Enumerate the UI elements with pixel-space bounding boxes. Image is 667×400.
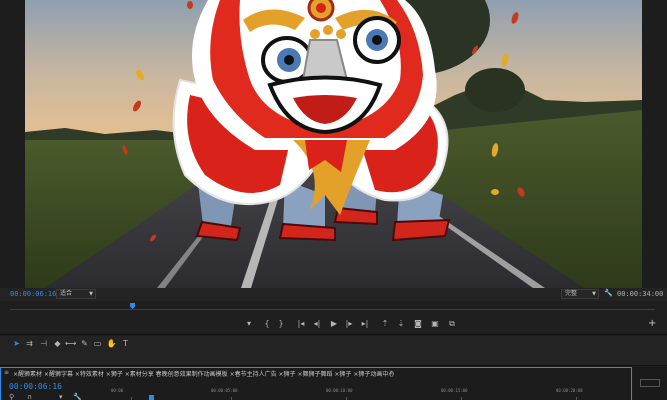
mark-out-icon[interactable]: } <box>276 318 286 330</box>
program-monitor <box>0 0 667 288</box>
timeline-timecode[interactable]: 00:00:06:16 <box>9 382 62 391</box>
video-frame <box>25 0 642 288</box>
go-to-in-icon[interactable]: |◂ <box>296 318 306 330</box>
panel-menu-icon[interactable]: ≡ <box>4 369 9 376</box>
track-select-tool-icon[interactable]: ⇉ <box>24 338 35 350</box>
monitor-scrubber[interactable] <box>0 301 667 313</box>
marker-icon[interactable]: ▾ <box>244 318 254 330</box>
ruler-label: 00:00:10:00 <box>326 388 353 393</box>
chevron-down-icon: ▼ <box>89 291 93 297</box>
zoom-level-select[interactable]: 适合 ▼ <box>56 289 96 299</box>
timeline-panel: ≡ ×醒狮素材 ×醒狮字幕 ×特效素材 ×狮子 ×素材分享 春晚创意效果制作动画… <box>0 367 632 400</box>
extract-icon[interactable]: ⇣ <box>396 318 406 330</box>
ripple-edit-tool-icon[interactable]: ⊣ <box>38 338 49 350</box>
timeline-playhead[interactable] <box>149 395 154 400</box>
linked-selection-icon[interactable]: ∩ <box>27 393 32 400</box>
ruler-label: 00:00 <box>111 388 124 393</box>
slip-tool-icon[interactable]: ⟷ <box>65 338 76 350</box>
current-timecode[interactable]: 00:00:06:16 <box>10 290 56 298</box>
type-tool-icon[interactable]: T <box>120 338 131 350</box>
playback-resolution-select[interactable]: 完整 ▼ <box>561 289 599 299</box>
razor-tool-icon[interactable]: ◆ <box>52 338 63 350</box>
chevron-down-icon: ▼ <box>592 291 596 297</box>
pen-tool-icon[interactable]: ✎ <box>79 338 90 350</box>
step-forward-icon[interactable]: |▸ <box>344 318 354 330</box>
sequence-tabs[interactable]: ×醒狮素材 ×醒狮字幕 ×特效素材 ×狮子 ×素材分享 春晚创意效果制作动画模板… <box>13 369 394 378</box>
export-frame-icon[interactable]: ◙ <box>413 318 423 330</box>
timeline-settings-icon[interactable]: 🔧 <box>73 393 82 400</box>
panel-options-icon[interactable]: ≡ <box>389 369 394 376</box>
snap-icon[interactable]: ⚲ <box>9 393 14 400</box>
mark-in-icon[interactable]: { <box>262 318 272 330</box>
play-icon[interactable]: ▶ <box>329 318 339 330</box>
transport-controls: ▾ { } |◂ ◂| ▶ |▸ ▸| ⇡ ⇣ ◙ ▣ ⧉ + <box>0 313 667 335</box>
audio-meter-panel <box>633 367 667 400</box>
monitor-timecode-bar: 00:00:06:16 适合 ▼ 完整 ▼ 🔧 00:00:34:00 <box>0 288 667 301</box>
meter-box <box>640 379 660 387</box>
add-marker-icon[interactable]: ▾ <box>59 393 63 400</box>
rectangle-tool-icon[interactable]: ▭ <box>92 338 103 350</box>
selection-tool-icon[interactable]: ➤ <box>11 338 22 350</box>
button-editor-add-icon[interactable]: + <box>648 318 656 329</box>
vr-icon[interactable]: ⧉ <box>447 318 457 330</box>
hand-tool-icon[interactable]: ✋ <box>106 338 117 350</box>
step-back-icon[interactable]: ◂| <box>312 318 322 330</box>
ruler-label: 00:00:20:00 <box>556 388 583 393</box>
tools-panel: ➤ ⇉ ⊣ ◆ ⟷ ✎ ▭ ✋ T <box>0 336 667 366</box>
playback-resolution-value: 完整 <box>565 290 578 297</box>
scrub-track[interactable] <box>10 309 655 310</box>
time-ruler[interactable]: 00:00 00:00:05:00 00:00:10:00 00:00:15:0… <box>111 388 631 400</box>
settings-wrench-icon[interactable]: 🔧 <box>604 289 613 297</box>
ruler-label: 00:00:15:00 <box>441 388 468 393</box>
comparison-view-icon[interactable]: ▣ <box>430 318 440 330</box>
sequence-duration: 00:00:34:00 <box>617 290 664 298</box>
go-to-out-icon[interactable]: ▸| <box>360 318 370 330</box>
lift-icon[interactable]: ⇡ <box>380 318 390 330</box>
ruler-label: 00:00:05:00 <box>211 388 238 393</box>
zoom-level-value: 适合 <box>60 290 73 297</box>
